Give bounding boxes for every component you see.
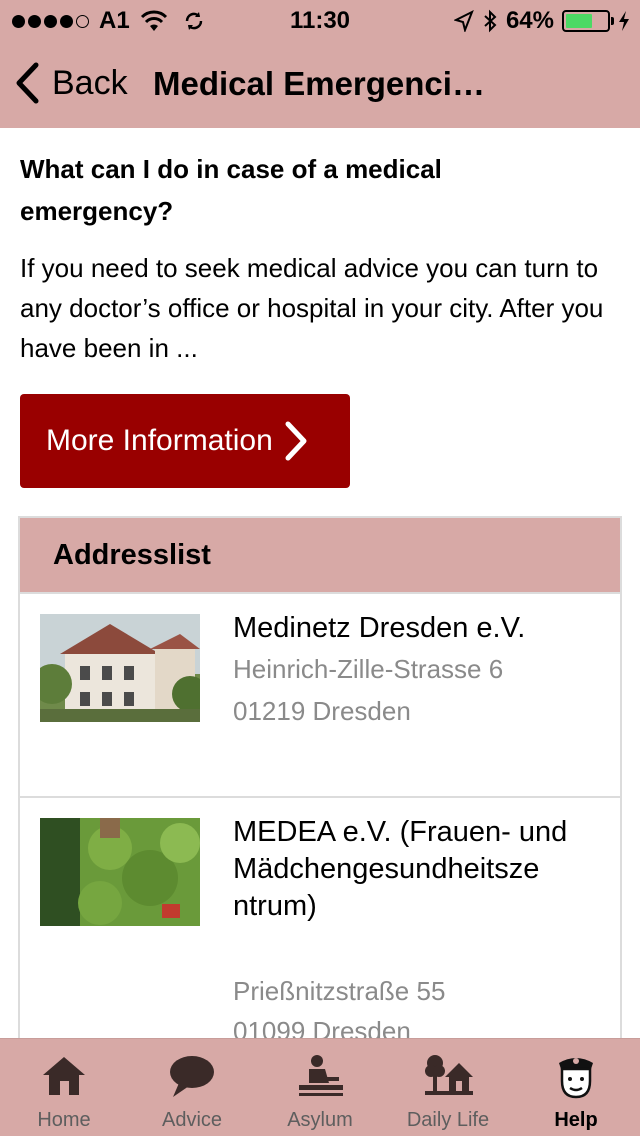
content-scroll[interactable]: What can I do in case of a medical emerg… bbox=[0, 128, 640, 1038]
back-button[interactable]: Back bbox=[14, 62, 128, 104]
tab-bar: Home Advice Asylum Daily Life Help bbox=[0, 1038, 640, 1136]
back-label: Back bbox=[52, 63, 128, 102]
address-list: Addresslist Medinetz Dresden e.V. Heinri… bbox=[18, 516, 622, 1038]
location-arrow-icon bbox=[453, 10, 474, 32]
address-photo bbox=[40, 614, 200, 722]
police-officer-icon bbox=[559, 1058, 593, 1099]
address-city: 01099 Dresden bbox=[233, 1016, 411, 1038]
tree-house-icon bbox=[425, 1055, 473, 1095]
navigation-bar: Back Medical Emergenci… bbox=[0, 40, 640, 128]
home-icon bbox=[43, 1057, 85, 1095]
battery-percent: 64% bbox=[505, 7, 554, 34]
more-information-label: More Information bbox=[46, 424, 273, 457]
intro-text: If you need to seek medical advice you c… bbox=[20, 253, 604, 363]
tab-asylum-label: Asylum bbox=[287, 1109, 353, 1131]
tab-daily-life[interactable]: Daily Life bbox=[384, 1039, 512, 1136]
battery-icon bbox=[562, 10, 614, 32]
address-item[interactable]: MEDEA e.V. (Frauen- und Mädchengesundhei… bbox=[20, 796, 620, 1038]
chevron-right-icon bbox=[285, 421, 307, 461]
tab-advice[interactable]: Advice bbox=[128, 1039, 256, 1136]
address-item[interactable]: Medinetz Dresden e.V. Heinrich-Zille-Str… bbox=[20, 592, 620, 796]
header: A1 11:30 64% Back Medical Emergenci… bbox=[0, 0, 640, 128]
desk-person-icon bbox=[299, 1055, 343, 1096]
more-information-button[interactable]: More Information bbox=[20, 394, 350, 488]
address-street: Heinrich-Zille-Strasse 6 bbox=[233, 654, 504, 684]
address-name: Medinetz Dresden e.V. bbox=[233, 612, 526, 644]
tab-daily-life-label: Daily Life bbox=[406, 1109, 490, 1131]
bluetooth-icon bbox=[484, 9, 497, 33]
charging-bolt-icon bbox=[619, 11, 629, 31]
chevron-left-icon bbox=[16, 62, 39, 104]
tab-help[interactable]: Help bbox=[512, 1039, 640, 1136]
address-list-header: Addresslist bbox=[20, 518, 620, 592]
address-street: Prießnitzstraße 55 bbox=[233, 976, 446, 1006]
tab-advice-label: Advice bbox=[161, 1109, 223, 1131]
address-photo bbox=[40, 818, 200, 926]
address-name: MEDEA e.V. (Frauen- und Mädchengesundhei… bbox=[233, 816, 568, 922]
tab-home[interactable]: Home bbox=[0, 1039, 128, 1136]
speech-bubble-icon bbox=[170, 1056, 214, 1097]
page-title: Medical Emergenci… bbox=[153, 65, 485, 102]
tab-asylum[interactable]: Asylum bbox=[256, 1039, 384, 1136]
question-heading: What can I do in case of a medical emerg… bbox=[20, 154, 442, 226]
tab-help-label: Help bbox=[554, 1109, 598, 1131]
status-bar: A1 11:30 64% bbox=[0, 0, 640, 40]
address-city: 01219 Dresden bbox=[233, 696, 411, 726]
tab-home-label: Home bbox=[37, 1109, 91, 1131]
